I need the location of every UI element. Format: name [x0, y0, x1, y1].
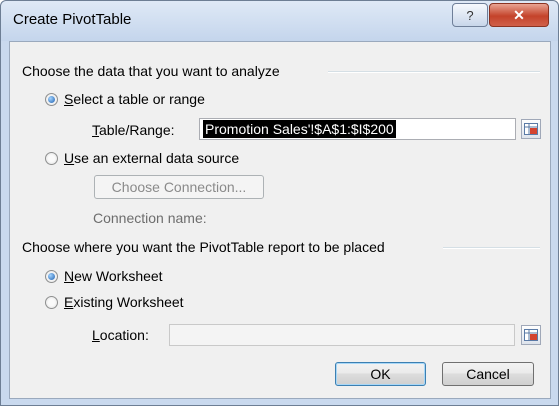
location-collapse-button[interactable]	[521, 325, 541, 345]
external-source-option[interactable]: Use an external data source	[45, 148, 239, 168]
existing-worksheet-label: Existing Worksheet	[64, 294, 184, 310]
close-icon: ✕	[513, 6, 525, 23]
location-input[interactable]	[169, 324, 515, 346]
new-worksheet-label: New Worksheet	[64, 268, 163, 284]
section-divider	[443, 247, 540, 249]
choose-connection-button[interactable]: Choose Connection...	[94, 175, 264, 199]
connection-name-label: Connection name:	[93, 210, 207, 226]
cancel-button[interactable]: Cancel	[442, 362, 534, 386]
table-range-input[interactable]: Promotion Sales'!$A$1:$I$200	[199, 118, 516, 140]
select-table-radio[interactable]	[45, 92, 58, 106]
external-source-label: Use an external data source	[64, 150, 240, 166]
select-table-label: Select a table or range	[64, 91, 205, 107]
placement-section-heading: Choose where you want the PivotTable rep…	[22, 239, 385, 255]
dialog-content: Choose the data that you want to analyze…	[9, 41, 551, 399]
existing-worksheet-radio[interactable]	[45, 295, 58, 309]
help-icon: ?	[466, 7, 474, 23]
table-range-value: Promotion Sales'!$A$1:$I$200	[203, 120, 396, 138]
location-label: Location:	[92, 327, 149, 343]
help-button[interactable]: ?	[452, 3, 488, 27]
existing-worksheet-option[interactable]: Existing Worksheet	[45, 292, 184, 312]
section-divider	[328, 71, 540, 73]
external-source-radio[interactable]	[45, 151, 58, 165]
table-range-label: Table/Range:	[92, 122, 175, 138]
table-range-collapse-button[interactable]	[521, 119, 541, 139]
ok-button[interactable]: OK	[335, 362, 426, 386]
create-pivottable-dialog: Create PivotTable ? ✕ Choose the data th…	[0, 0, 559, 406]
select-table-option[interactable]: Select a table or range	[45, 89, 205, 109]
range-select-icon	[524, 123, 538, 135]
dialog-title: Create PivotTable	[13, 11, 132, 28]
new-worksheet-radio[interactable]	[45, 269, 58, 283]
data-section-heading: Choose the data that you want to analyze	[22, 63, 280, 79]
new-worksheet-option[interactable]: New Worksheet	[45, 266, 163, 286]
title-bar[interactable]: Create PivotTable ? ✕	[1, 1, 558, 41]
range-select-icon	[524, 329, 538, 341]
close-button[interactable]: ✕	[489, 3, 549, 27]
